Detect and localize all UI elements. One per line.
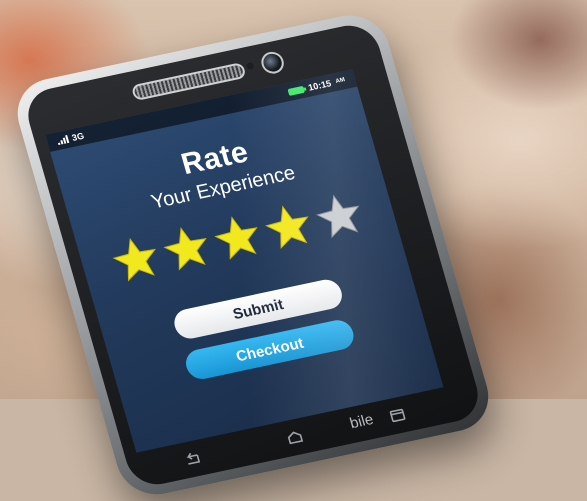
smartphone: 3G 10:15 AM Rate Your Experience Submit … xyxy=(8,8,498,501)
home-icon[interactable] xyxy=(283,428,306,446)
clock: 10:15 xyxy=(307,78,333,93)
clock-suffix: AM xyxy=(335,77,346,85)
star-filled-icon[interactable] xyxy=(107,232,165,286)
recent-apps-icon[interactable] xyxy=(386,407,409,425)
network-type: 3G xyxy=(70,130,86,143)
battery-icon xyxy=(286,85,305,96)
scene: 3G 10:15 AM Rate Your Experience Submit … xyxy=(0,0,587,501)
signal-strength-icon xyxy=(56,135,70,146)
status-left: 3G xyxy=(56,131,85,146)
star-filled-icon[interactable] xyxy=(260,200,318,254)
submit-button[interactable]: Submit xyxy=(170,276,346,342)
star-filled-icon[interactable] xyxy=(209,211,267,265)
star-empty-icon[interactable] xyxy=(311,189,369,243)
star-filled-icon[interactable] xyxy=(158,222,216,276)
back-icon[interactable] xyxy=(181,450,204,468)
